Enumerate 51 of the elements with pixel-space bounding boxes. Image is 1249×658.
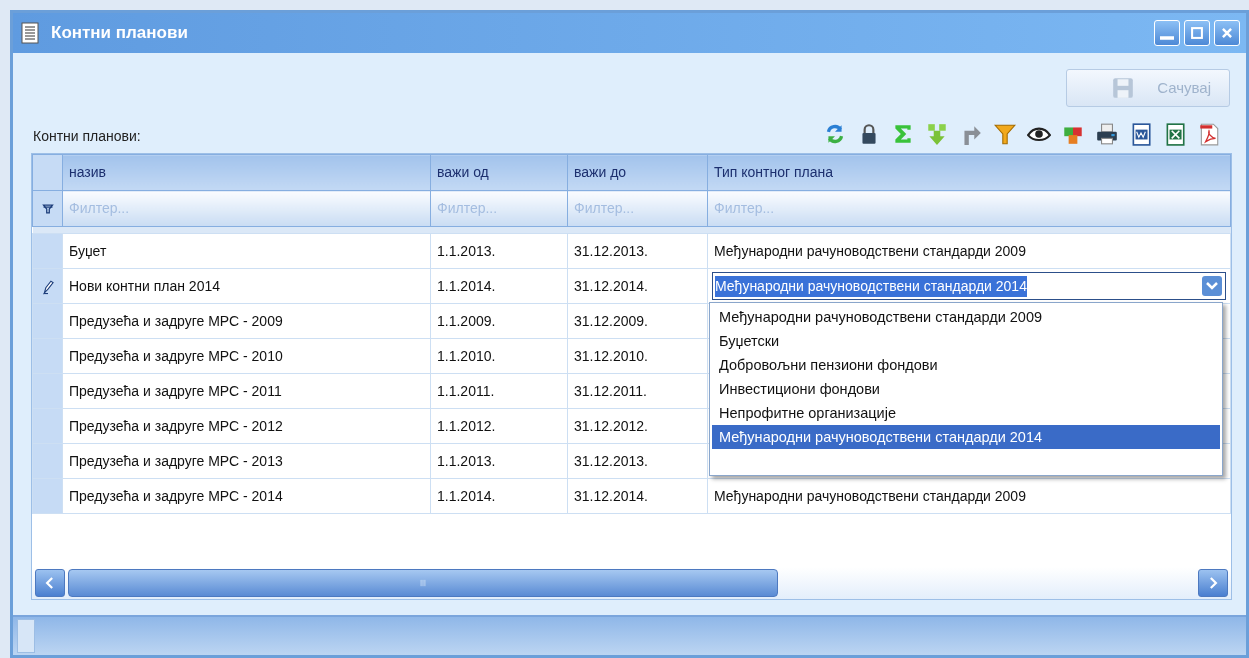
dropdown-option[interactable]: Непрофитне организације [712, 401, 1220, 425]
minimize-button[interactable] [1154, 20, 1180, 46]
chevron-down-icon[interactable] [1201, 275, 1223, 298]
down-arrow-icon[interactable] [925, 122, 949, 147]
printer-icon[interactable] [1095, 122, 1119, 147]
table-cell: Предузећа и задруге МРС - 2010 [62, 338, 431, 374]
table-cell: 1.1.2013. [430, 233, 568, 269]
table-cell: Међународни рачуноводствени стандарди 2009 [707, 233, 1231, 269]
table-cell: 31.12.2011. [567, 373, 708, 409]
table-cell: 31.12.2014. [567, 268, 708, 304]
document-icon [19, 22, 41, 44]
column-header[interactable]: назив [62, 154, 431, 191]
table-cell: 1.1.2013. [430, 443, 568, 479]
dropdown-option[interactable]: Добровољни пензиони фондови [712, 353, 1220, 377]
scroll-left-button[interactable] [35, 569, 65, 597]
filter-icon[interactable] [993, 122, 1017, 147]
scrollbar-thumb[interactable] [68, 569, 778, 597]
table-cell: 1.1.2014. [430, 478, 568, 514]
table-cell: 31.12.2014. [567, 478, 708, 514]
scroll-right-button[interactable] [1198, 569, 1228, 597]
minimize-icon [1160, 36, 1174, 40]
maximize-icon [1188, 24, 1206, 42]
pdf-document-icon[interactable] [1197, 122, 1221, 147]
table-cell: Предузећа и задруге МРС - 2009 [62, 303, 431, 339]
column-header[interactable]: Тип контног плана [707, 154, 1231, 191]
table-cell: Предузећа и задруге МРС - 2011 [62, 373, 431, 409]
combo-box[interactable]: Међународни рачуноводствени стандарди 2014 [712, 272, 1226, 300]
table-cell: Међународни рачуноводствени стандарди 2009 [707, 478, 1231, 514]
table-cell: 1.1.2009. [430, 303, 568, 339]
window-title: Контни планови [51, 22, 188, 45]
table-cell: Буџет [62, 233, 431, 269]
table-cell: 1.1.2012. [430, 408, 568, 444]
column-header[interactable]: важи од [430, 154, 568, 191]
table-cell: 31.12.2013. [567, 233, 708, 269]
grid-label: Контни планови: [33, 127, 141, 146]
table-cell: Предузећа и задруге МРС - 2012 [62, 408, 431, 444]
maximize-button[interactable] [1184, 20, 1210, 46]
table-cell: 31.12.2013. [567, 443, 708, 479]
table-cell: 1.1.2011. [430, 373, 568, 409]
table-cell: 31.12.2009. [567, 303, 708, 339]
column-header[interactable]: важи до [567, 154, 708, 191]
table-cell: Предузећа и задруге МРС - 2013 [62, 443, 431, 479]
dropdown-option[interactable]: Буџетски [712, 329, 1220, 353]
table-cell: 31.12.2010. [567, 338, 708, 374]
close-button[interactable] [1214, 20, 1240, 46]
table-cell: 1.1.2010. [430, 338, 568, 374]
table-cell: Предузећа и задруге МРС - 2014 [62, 478, 431, 514]
table-cell: Нови контни план 2014 [62, 268, 431, 304]
dropdown-option[interactable]: Међународни рачуноводствени стандарди 2014 [712, 425, 1220, 449]
table-cell: 1.1.2014. [430, 268, 568, 304]
table-cell: 31.12.2012. [567, 408, 708, 444]
